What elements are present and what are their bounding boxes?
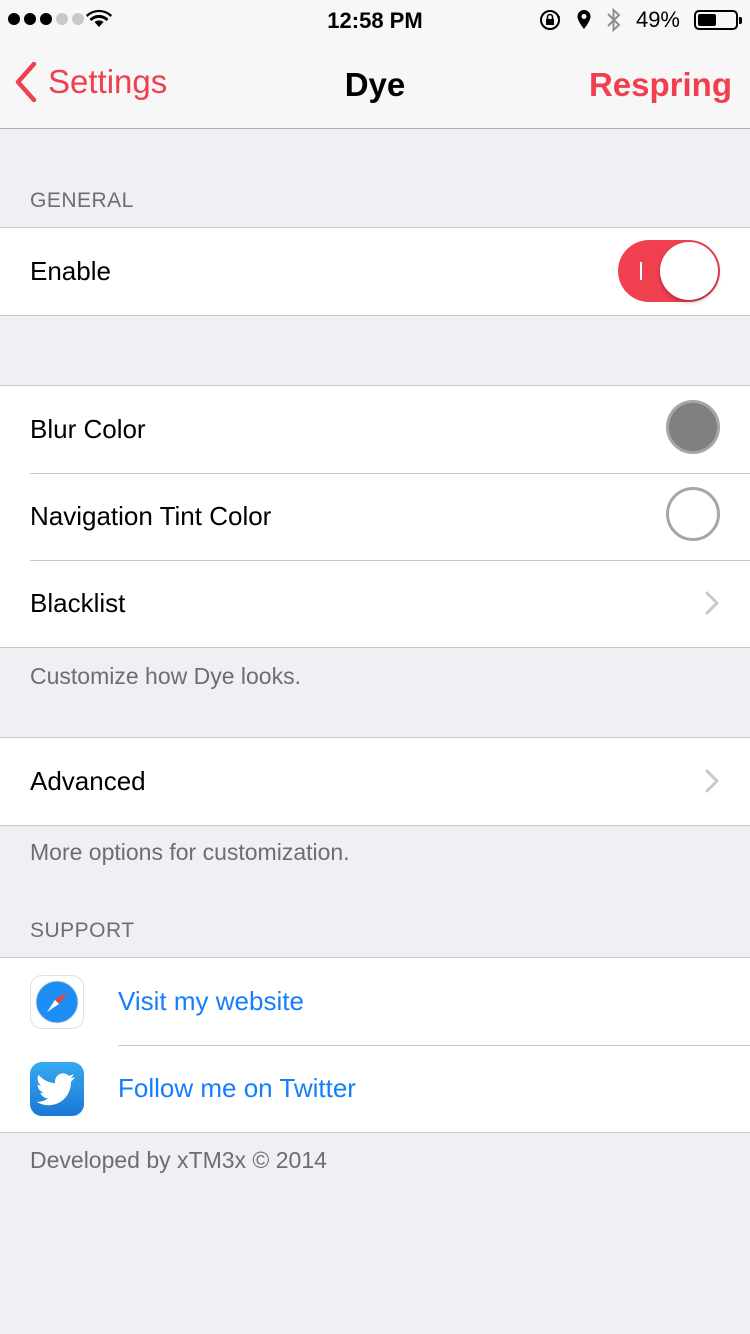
- nav-tint-color-cell[interactable]: Navigation Tint Color: [0, 473, 750, 560]
- blacklist-cell[interactable]: Blacklist: [0, 560, 750, 647]
- general-group: Enable: [0, 227, 750, 316]
- support-group: Visit my website Follow me on Twitter: [0, 957, 750, 1133]
- website-cell[interactable]: Visit my website: [0, 958, 750, 1045]
- chevron-right-icon: [705, 769, 719, 793]
- visit-website-link: Visit my website: [118, 986, 304, 1016]
- blur-color-cell[interactable]: Blur Color: [0, 386, 750, 473]
- nav-tint-color-label: Navigation Tint Color: [30, 501, 272, 531]
- battery-percent: 49%: [635, 7, 680, 32]
- twitter-icon: [30, 1061, 84, 1116]
- rotation-lock-icon: [539, 10, 560, 30]
- enable-label: Enable: [30, 256, 111, 286]
- blur-color-label: Blur Color: [30, 414, 146, 444]
- navigation-bar: Settings Dye Respring: [0, 40, 750, 129]
- chevron-right-icon: [705, 591, 719, 615]
- nav-tint-color-swatch[interactable]: [666, 487, 720, 541]
- twitter-cell[interactable]: Follow me on Twitter: [0, 1045, 750, 1132]
- battery-fill: [698, 14, 716, 26]
- status-bar: 12:58 PM 49%: [0, 0, 750, 40]
- location-icon: [577, 10, 591, 29]
- section-header-general: GENERAL: [30, 189, 134, 212]
- blacklist-label: Blacklist: [30, 588, 126, 618]
- section-header-support: SUPPORT: [30, 919, 135, 942]
- safari-icon: [30, 974, 84, 1029]
- blur-color-swatch[interactable]: [666, 400, 720, 454]
- advanced-footer: More options for customization.: [30, 839, 350, 865]
- appearance-footer: Customize how Dye looks.: [30, 663, 301, 689]
- settings-screen: 12:58 PM 49% Settings Dye Respring GENER…: [0, 0, 750, 1334]
- follow-twitter-link: Follow me on Twitter: [118, 1073, 356, 1103]
- toggle-knob: [660, 242, 718, 300]
- battery-icon: [694, 10, 742, 30]
- bluetooth-icon: [607, 7, 621, 33]
- appearance-group: Blur Color Navigation Tint Color Blackli…: [0, 385, 750, 648]
- advanced-group: Advanced: [0, 737, 750, 826]
- advanced-label: Advanced: [30, 766, 146, 796]
- enable-cell: Enable: [0, 228, 750, 315]
- respring-button[interactable]: Respring: [589, 66, 732, 104]
- support-footer: Developed by xTM3x © 2014: [30, 1147, 327, 1173]
- enable-toggle[interactable]: [618, 240, 720, 302]
- advanced-cell[interactable]: Advanced: [0, 738, 750, 825]
- toggle-on-indicator: [640, 262, 642, 280]
